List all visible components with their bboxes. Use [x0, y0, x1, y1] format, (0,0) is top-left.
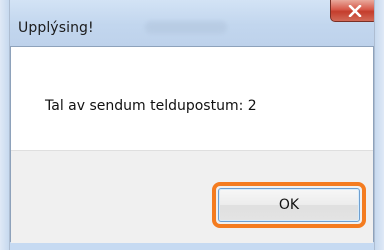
dialog-window: Upplýsing! Tal av sendum teldupostum: 2 …	[0, 0, 384, 250]
window-frame-right	[374, 0, 384, 250]
window-frame-left	[0, 0, 10, 250]
dialog-title: Upplýsing!	[18, 20, 94, 36]
dialog-body: Tal av sendum teldupostum: 2 OK	[10, 46, 374, 243]
title-blurred-text	[145, 21, 227, 34]
message-text: Tal av sendum teldupostum: 2	[45, 98, 257, 114]
close-button[interactable]	[330, 0, 378, 22]
title-bar[interactable]: Upplýsing!	[0, 0, 384, 46]
ok-button[interactable]: OK	[218, 188, 360, 222]
button-area: OK	[11, 150, 373, 243]
close-icon	[348, 5, 362, 17]
